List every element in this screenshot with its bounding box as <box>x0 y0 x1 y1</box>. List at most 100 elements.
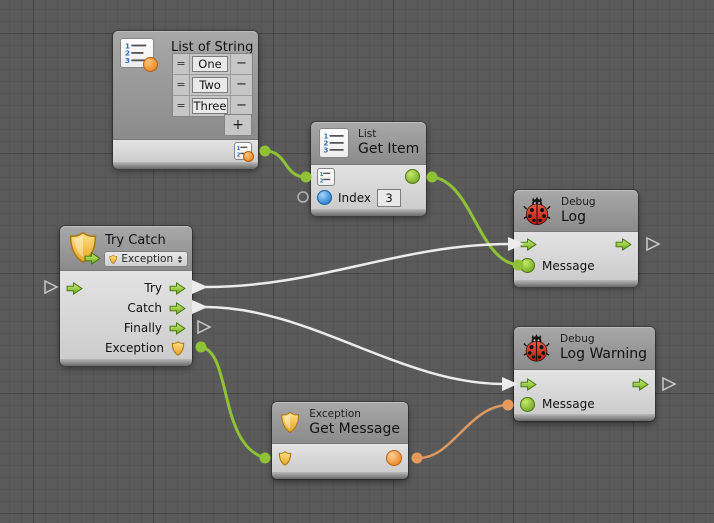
dropdown-value: Exception <box>121 253 173 265</box>
list-item-row: = Three − <box>173 96 252 116</box>
svg-text:2: 2 <box>320 178 324 184</box>
log-warning-header: Debug Log Warning <box>514 327 655 370</box>
wire-exception-to-get-message[interactable] <box>196 342 271 464</box>
list-item-row: = Two − <box>173 75 252 96</box>
drag-handle[interactable]: = <box>173 75 190 95</box>
exception-row: Exception <box>60 338 192 358</box>
debug-log-header: Debug Log <box>514 190 638 232</box>
wire-catch-to-log-warning[interactable] <box>192 300 518 391</box>
try-catch-header: Try Catch Exception <box>60 226 192 271</box>
debug-log-flow-row <box>514 234 638 255</box>
node-footer <box>311 209 426 216</box>
get-item-row-list: 1 2 <box>311 166 426 187</box>
svg-text:1: 1 <box>237 146 241 152</box>
inline-value-badge-icon <box>243 151 254 162</box>
drag-handle[interactable]: = <box>173 54 190 74</box>
shield-icon <box>280 407 300 438</box>
wire-get-message-to-warning-message[interactable] <box>412 400 514 464</box>
flow-output-port[interactable] <box>615 238 632 251</box>
try-label: Try <box>144 281 162 295</box>
node-list-of-string[interactable]: 1 2 3 List of String = One − = Two − = <box>113 31 258 168</box>
get-item-row-index: Index 3 <box>311 187 426 208</box>
inline-value-badge-icon <box>143 57 158 72</box>
finally-output-port[interactable] <box>169 322 186 335</box>
log-warning-flow-row <box>514 374 655 394</box>
node-debug-log[interactable]: Debug Log Message <box>514 190 638 285</box>
finally-label: Finally <box>124 321 162 335</box>
svg-text:3: 3 <box>125 56 130 65</box>
list-item-row: = One − <box>173 54 252 75</box>
exception-input-port[interactable] <box>278 451 292 466</box>
node-title: Get Item <box>358 141 419 158</box>
flow-input-port[interactable] <box>520 378 537 391</box>
node-title: Get Message <box>309 421 400 438</box>
get-message-header: Exception Get Message <box>272 402 408 444</box>
drag-handle[interactable]: = <box>173 96 190 116</box>
remove-item-button[interactable]: − <box>230 75 252 95</box>
index-input-port[interactable] <box>317 190 332 205</box>
flow-badge-icon <box>84 252 101 265</box>
finally-row: Finally <box>60 318 192 338</box>
exception-type-dropdown[interactable]: Exception <box>104 251 188 267</box>
node-category: Exception <box>309 408 400 421</box>
flow-input-port[interactable] <box>66 282 83 295</box>
list-output-port[interactable]: 1 2 <box>234 142 252 160</box>
node-title: Log <box>561 209 596 226</box>
message-input-port[interactable] <box>520 397 535 412</box>
catch-row: Catch <box>60 298 192 318</box>
message-label: Message <box>542 259 595 273</box>
node-get-item[interactable]: 1 2 3 List Get Item 1 2 <box>311 122 426 215</box>
list-of-string-ports: 1 2 <box>113 140 258 162</box>
node-category: Debug <box>561 196 596 209</box>
unconnected-flow-marker[interactable] <box>45 281 57 293</box>
flow-output-port[interactable] <box>632 378 649 391</box>
catch-output-port[interactable] <box>169 302 186 315</box>
dropdown-arrows-icon <box>177 254 183 265</box>
shield-icon <box>109 254 117 265</box>
get-item-header: 1 2 3 List Get Item <box>311 122 426 165</box>
list-of-string-header: 1 2 3 List of String = One − = Two − = <box>113 31 258 140</box>
remove-item-button[interactable]: − <box>230 54 252 74</box>
node-category: List <box>358 128 419 141</box>
unconnected-flow-marker[interactable] <box>663 378 675 390</box>
list-input-port[interactable]: 1 2 <box>317 168 335 186</box>
index-label: Index <box>338 191 371 205</box>
add-item-button[interactable]: + <box>224 114 252 136</box>
wire-list-to-get-item[interactable] <box>260 146 312 183</box>
node-try-catch[interactable]: Try Catch Exception Try Catch <box>60 226 192 365</box>
list-item-field[interactable]: One <box>192 56 228 72</box>
wire-get-item-to-log-message[interactable] <box>427 172 524 271</box>
flow-input-port[interactable] <box>520 238 537 251</box>
svg-text:3: 3 <box>324 147 329 155</box>
message-output-port[interactable] <box>386 450 402 466</box>
list-item-field[interactable]: Three <box>192 98 228 114</box>
ladybug-icon <box>522 333 551 363</box>
exception-output-port[interactable] <box>171 341 185 356</box>
node-get-message[interactable]: Exception Get Message <box>272 402 408 479</box>
unconnected-flow-marker[interactable] <box>647 238 659 250</box>
node-footer <box>272 472 408 479</box>
remove-item-button[interactable]: − <box>230 96 252 116</box>
ladybug-icon <box>522 196 552 226</box>
unconnected-flow-marker[interactable] <box>198 321 210 333</box>
index-value-field[interactable]: 3 <box>377 189 401 207</box>
message-input-port[interactable] <box>520 258 535 273</box>
list-item-field[interactable]: Two <box>192 77 228 93</box>
node-title: Try Catch <box>105 232 166 249</box>
node-debug-log-warning[interactable]: Debug Log Warning Message <box>514 327 655 421</box>
catch-label: Catch <box>127 301 162 315</box>
list-icon: 1 2 3 <box>319 128 349 158</box>
svg-text:2: 2 <box>237 152 241 158</box>
try-output-port[interactable] <box>169 282 186 295</box>
node-footer <box>60 359 192 366</box>
item-output-port[interactable] <box>405 169 420 184</box>
get-message-ports <box>272 444 408 472</box>
graph-canvas[interactable]: { "graph": { "background_color": "#5a5a5… <box>0 0 714 523</box>
node-title: Log Warning <box>560 346 647 363</box>
try-row: Try <box>60 278 192 298</box>
node-footer <box>514 280 638 287</box>
unconnected-port-marker[interactable] <box>298 192 308 202</box>
node-footer <box>514 414 655 421</box>
node-category: Debug <box>560 333 647 346</box>
wire-try-to-log[interactable] <box>192 237 524 294</box>
